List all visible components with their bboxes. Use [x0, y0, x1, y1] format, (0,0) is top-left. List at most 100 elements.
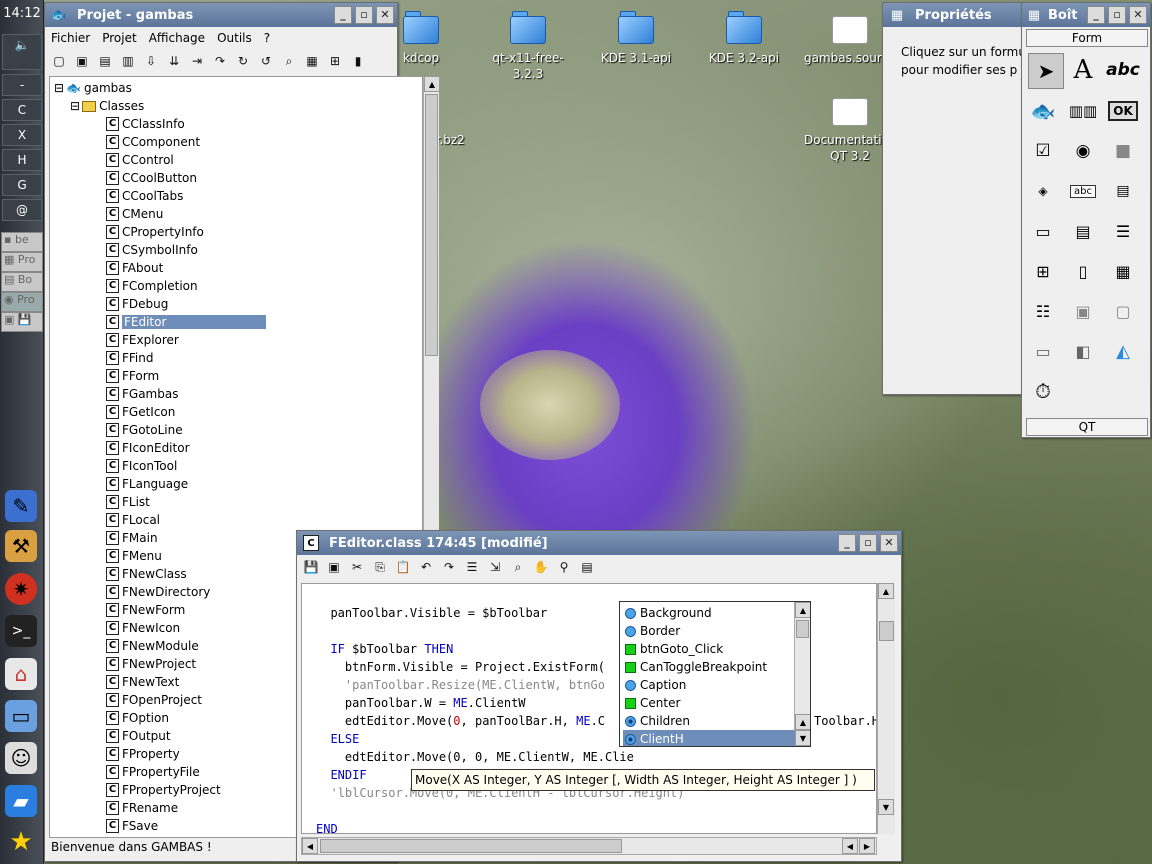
completion-item[interactable]: Children — [623, 712, 795, 730]
panel-button-5[interactable]: G — [2, 174, 42, 196]
close-button[interactable]: ✕ — [880, 534, 898, 552]
desktop-icon-qt[interactable]: qt-x11-free-3.2.3 — [482, 8, 574, 82]
icon-tool-icon[interactable]: ◈ — [1028, 176, 1058, 206]
combobox-tool-icon[interactable]: ▤ — [1108, 176, 1138, 206]
tree-item[interactable]: C FCompletion — [106, 277, 198, 295]
form-icon[interactable]: ▣ — [324, 557, 344, 577]
scroll-left-arrow[interactable]: ◀ — [302, 838, 318, 854]
star-launcher-icon[interactable]: ✷ — [5, 573, 37, 605]
layout-icon[interactable]: ⊞ — [325, 51, 345, 71]
tree-item[interactable]: C CSymbolInfo — [106, 241, 198, 259]
compile-all-icon[interactable]: ⇊ — [164, 51, 184, 71]
tree-item[interactable]: C FIconTool — [106, 457, 177, 475]
completion-item[interactable]: ClientH — [623, 730, 795, 746]
indent-icon[interactable]: ☰ — [462, 557, 482, 577]
compile-icon[interactable]: ⇩ — [141, 51, 161, 71]
tree-item[interactable]: C FPropertyProject — [106, 781, 221, 799]
toggle-tool-icon[interactable]: ■ — [1108, 136, 1138, 166]
procedure-list-icon[interactable]: ▤ — [577, 557, 597, 577]
editor-hscrollbar[interactable]: ◀ ◀ ▶ — [301, 837, 877, 855]
textbox-tool-icon[interactable]: abc — [1070, 184, 1096, 198]
tree-item[interactable]: C FLanguage — [106, 475, 188, 493]
completion-item[interactable]: Center — [623, 694, 795, 712]
tree-item[interactable]: C FDebug — [106, 295, 168, 313]
menu-outils[interactable]: Outils — [217, 31, 252, 45]
minimize-button[interactable]: _ — [838, 534, 856, 552]
tree-item[interactable]: C CClassInfo — [106, 115, 185, 133]
listbox-tool-icon[interactable]: ▤ — [1068, 216, 1098, 246]
form-button[interactable]: Form — [1026, 29, 1148, 47]
scroll-down-arrow[interactable]: ▼ — [878, 799, 894, 815]
tree-item[interactable]: C FProperty — [106, 745, 180, 763]
taskbar-item-3[interactable]: ▤ Bo — [1, 272, 43, 292]
panel-button-4[interactable]: H — [2, 149, 42, 171]
completion-item[interactable]: btnGoto_Click — [623, 640, 795, 658]
home-icon[interactable]: ⌂ — [5, 658, 37, 690]
tree-item[interactable]: C CCoolTabs — [106, 187, 183, 205]
completion-item[interactable]: Border — [623, 622, 795, 640]
tree-item[interactable]: C CMenu — [106, 205, 163, 223]
progress-tool-icon[interactable]: ▥▥ — [1068, 96, 1098, 126]
panel-button-6[interactable]: @ — [2, 199, 42, 221]
tree-item[interactable]: C FPropertyFile — [106, 763, 200, 781]
open-icon[interactable]: ▣ — [72, 51, 92, 71]
scroll-right-arrow[interactable]: ◀ — [842, 838, 858, 854]
scrollview-tool-icon[interactable]: ◧ — [1068, 336, 1098, 366]
tree-item[interactable]: C FGetIcon — [106, 403, 175, 421]
replace-icon[interactable]: ⚲ — [554, 557, 574, 577]
redo-icon[interactable]: ↷ — [439, 557, 459, 577]
find-icon[interactable]: ⌕ — [508, 557, 528, 577]
panel-button-2[interactable]: C — [2, 99, 42, 121]
tools-launcher-icon[interactable]: ⚒ — [5, 530, 37, 562]
tree-item[interactable]: C FOpenProject — [106, 691, 202, 709]
gridview-tool-icon[interactable]: ▦ — [1108, 256, 1138, 286]
tree-item[interactable]: C FForm — [106, 367, 159, 385]
scroll-thumb[interactable] — [796, 620, 809, 638]
console-icon[interactable]: ▮ — [348, 51, 368, 71]
goto-icon[interactable]: ⇲ — [485, 557, 505, 577]
tree-item[interactable]: C FNewClass — [106, 565, 187, 583]
tree-item[interactable]: C FNewForm — [106, 601, 185, 619]
paste-icon[interactable]: 📋 — [393, 557, 413, 577]
minimize-button[interactable]: _ — [1087, 6, 1105, 24]
tree-item[interactable]: C CComponent — [106, 133, 200, 151]
tabstrip-tool-icon[interactable]: ▭ — [1028, 336, 1058, 366]
text-label-tool-icon[interactable]: abc — [1106, 55, 1140, 85]
completion-scrollbar[interactable]: ▲ ▲ ▼ — [794, 602, 810, 746]
hand-icon[interactable]: ✋ — [531, 557, 551, 577]
treeview-tool-icon[interactable]: ⊞ — [1028, 256, 1058, 286]
tree-item[interactable]: C FIconEditor — [106, 439, 190, 457]
step-out-icon[interactable]: ↺ — [256, 51, 276, 71]
textarea-tool-icon[interactable]: ▭ — [1028, 216, 1058, 246]
menu-fichier[interactable]: Fichier — [51, 31, 90, 45]
menu-projet[interactable]: Projet — [102, 31, 136, 45]
project-titlebar[interactable]: 🐟 Projet - gambas _ ▫ ✕ — [45, 3, 397, 27]
columnview-tool-icon[interactable]: ☷ — [1028, 296, 1058, 326]
monitor-icon[interactable]: ▭ — [5, 700, 37, 732]
close-button[interactable]: ✕ — [1129, 6, 1147, 24]
scroll-up-arrow[interactable]: ▲ — [795, 602, 810, 618]
new-icon[interactable]: ▢ — [49, 51, 69, 71]
taskbar-item-2[interactable]: ▦ Pro — [1, 252, 43, 272]
folder-launcher-icon[interactable]: ▰ — [5, 785, 37, 817]
desktop-icon-kde31[interactable]: KDE 3.1-api — [590, 8, 682, 66]
tree-item[interactable]: C FExplorer — [106, 331, 179, 349]
tree-item[interactable]: C FAbout — [106, 259, 163, 277]
editor-launcher-icon[interactable]: ✎ — [5, 490, 37, 522]
scroll-thumb[interactable] — [425, 94, 438, 356]
cut-icon[interactable]: ✂ — [347, 557, 367, 577]
tree-item[interactable]: C FLocal — [106, 511, 160, 529]
menu-help[interactable]: ? — [264, 31, 270, 45]
scroll-thumb[interactable] — [320, 839, 622, 853]
pointer-tool-icon[interactable]: ➤ — [1028, 53, 1064, 89]
tree-item[interactable]: C FGotoLine — [106, 421, 183, 439]
tree-item[interactable]: C FOutput — [106, 727, 171, 745]
qt-button[interactable]: QT — [1026, 418, 1148, 436]
minimize-button[interactable]: _ — [334, 6, 352, 24]
menu-affichage[interactable]: Affichage — [149, 31, 205, 45]
maximize-button[interactable]: ▫ — [355, 6, 373, 24]
scroll-right-arrow[interactable]: ▶ — [859, 838, 875, 854]
maximize-button[interactable]: ▫ — [859, 534, 877, 552]
tree-item[interactable]: C FGambas — [106, 385, 178, 403]
taskbar-item-1[interactable]: ▪ be — [1, 232, 43, 252]
